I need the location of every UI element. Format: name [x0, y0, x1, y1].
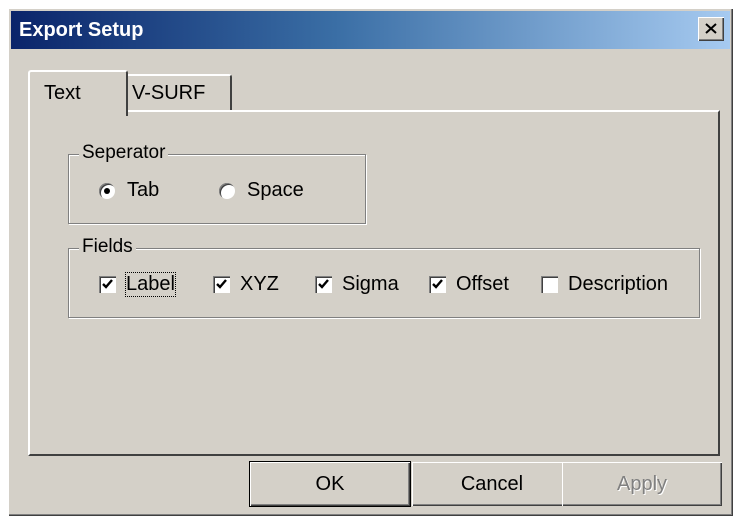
- ok-button[interactable]: OK: [250, 462, 410, 506]
- checkbox-label[interactable]: Label: [99, 272, 176, 297]
- radio-tab-label: Tab: [127, 179, 160, 201]
- checkbox-offset[interactable]: Offset: [429, 273, 509, 296]
- checkbox-xyz-label: XYZ: [240, 273, 279, 295]
- radio-space-label: Space: [247, 179, 304, 201]
- unchecked-box-icon: [541, 276, 558, 293]
- separator-group: Seperator Tab Space: [68, 142, 366, 224]
- fields-group: Fields Label XYZ Sigma Offset Descriptio…: [68, 236, 700, 318]
- title-bar[interactable]: Export Setup: [11, 11, 730, 49]
- checkbox-sigma[interactable]: Sigma: [315, 273, 399, 296]
- radio-unselected-icon: [219, 182, 235, 199]
- separator-group-title: Seperator: [79, 142, 169, 164]
- export-setup-dialog: Export Setup Text V-SURF Seperator Tab S…: [8, 8, 733, 516]
- close-button[interactable]: [698, 17, 724, 41]
- fields-group-title: Fields: [79, 236, 136, 258]
- tab-panel-text: Seperator Tab Space Fields Label XYZ Sig…: [28, 110, 720, 456]
- checkbox-label-text: Label: [125, 272, 176, 297]
- radio-tab[interactable]: Tab: [99, 179, 159, 202]
- window-title: Export Setup: [19, 19, 144, 41]
- cancel-button[interactable]: Cancel: [412, 462, 572, 506]
- tab-label: Text: [44, 82, 81, 104]
- checkbox-xyz[interactable]: XYZ: [213, 273, 279, 296]
- ok-button-label: OK: [315, 472, 345, 495]
- checkmark-icon: [213, 276, 230, 293]
- tab-v-surf[interactable]: V-SURF: [122, 74, 232, 112]
- tab-label: V-SURF: [132, 82, 206, 104]
- checkbox-description-label: Description: [568, 273, 669, 295]
- radio-selected-icon: [99, 182, 115, 199]
- close-icon: [705, 23, 717, 34]
- apply-button[interactable]: Apply: [562, 462, 722, 506]
- apply-button-label: Apply: [616, 472, 668, 495]
- checkmark-icon: [99, 276, 116, 293]
- checkmark-icon: [315, 276, 332, 293]
- radio-space[interactable]: Space: [219, 179, 304, 202]
- checkbox-offset-label: Offset: [456, 273, 509, 295]
- checkmark-icon: [429, 276, 446, 293]
- checkbox-sigma-label: Sigma: [342, 273, 399, 295]
- checkbox-description[interactable]: Description: [541, 273, 668, 296]
- tab-text[interactable]: Text: [28, 70, 128, 116]
- cancel-button-label: Cancel: [460, 472, 524, 495]
